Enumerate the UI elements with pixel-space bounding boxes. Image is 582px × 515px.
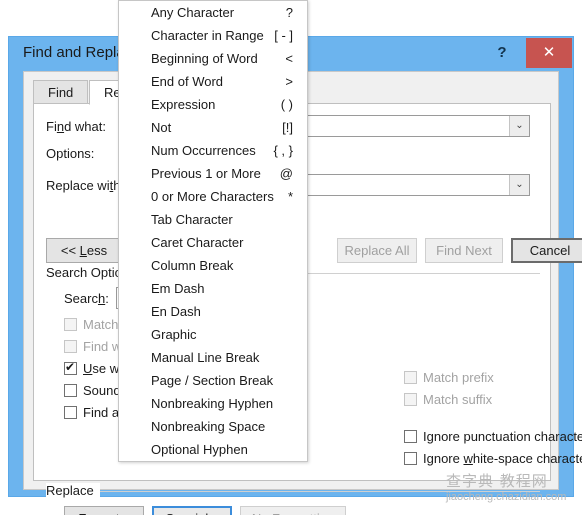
no-formatting-button[interactable]: No Formatting [240,506,346,515]
menu-item[interactable]: 0 or More Characters * [119,186,307,209]
search-scope-label: Search: [64,291,109,306]
checkbox-match-suffix[interactable]: Match suffix [404,392,492,407]
menu-item-label: Em Dash [151,281,205,296]
special-button[interactable]: Special ▾ [152,506,232,515]
menu-item-label: Page / Section Break [151,373,274,388]
checkbox-box[interactable] [404,371,417,384]
checkbox-box[interactable] [64,384,77,397]
options-label: Options: [46,146,95,161]
menu-item-label: Tab Character [151,212,233,227]
menu-item[interactable]: Beginning of Word < [119,48,307,71]
cancel-button[interactable]: Cancel [511,238,582,263]
menu-item[interactable]: Page / Section Break [119,370,307,393]
menu-item[interactable]: End of Word > [119,71,307,94]
menu-item[interactable]: Optional Hyphen [119,439,307,462]
replace-group-divider [46,491,540,492]
menu-item[interactable]: Nonbreaking Space [119,416,307,439]
menu-item-label: End of Word [151,74,224,89]
checkbox-match-prefix[interactable]: Match prefix [404,370,494,385]
menu-item[interactable]: Any Character? [119,2,307,25]
less-button[interactable]: << Less [46,238,122,263]
special-dropdown-menu[interactable]: Any Character? Character in Range [ - ] Beg… [118,0,308,462]
checkbox-box[interactable] [404,430,417,443]
tab-find[interactable]: Find [33,80,89,104]
menu-item-label: Nonbreaking Hyphen [151,396,274,411]
menu-item-label: Manual Line Break [151,350,260,365]
menu-item-label: 0 or More Characters [151,189,274,204]
menu-item[interactable]: Graphic [119,324,307,347]
format-button[interactable]: Format ▾ [64,506,144,515]
replace-all-button[interactable]: Replace All [337,238,417,263]
menu-item-label: Num Occurrences [151,143,256,158]
help-icon[interactable]: ? [491,42,513,64]
menu-item-label: Expression [151,97,216,112]
menu-item-label: Column Break [151,258,234,273]
menu-item-shortcut: * [287,189,293,204]
checkbox-box[interactable] [64,406,77,419]
menu-item[interactable]: Caret Character [119,232,307,255]
menu-item-label: Previous 1 or More [151,166,261,181]
checkbox-label: Match suffix [423,392,493,407]
menu-item-shortcut: ? [285,5,293,20]
menu-item-label: Beginning of Word [151,51,258,66]
checkbox-box[interactable] [64,340,77,353]
menu-item-shortcut: ( ) [280,97,293,112]
chevron-down-icon: ▾ [212,511,219,515]
checkbox-ignore-whitespace[interactable]: Ignore white-space characters [404,451,582,466]
menu-item-label: En Dash [151,304,201,319]
screen: Find and Replace ? ✕ Find Replace Go To … [0,0,582,515]
menu-item[interactable]: Character in Range [ - ] [119,25,307,48]
checkbox-box[interactable] [404,393,417,406]
menu-item-label: Nonbreaking Space [151,419,266,434]
chevron-down-icon[interactable]: ⌄ [509,175,529,195]
checkbox-label: Ignore white-space characters [423,451,582,466]
menu-item-label: Character in Range [151,28,264,43]
checkbox-ignore-punctuation[interactable]: Ignore punctuation characters [404,429,582,444]
chevron-down-icon[interactable]: ⌄ [509,116,529,136]
menu-item-shortcut: { , } [273,143,293,158]
menu-item-shortcut: < [285,51,293,66]
menu-item-shortcut: > [285,74,293,89]
menu-item-label: Graphic [151,327,197,342]
menu-item[interactable]: Expression ( ) [119,94,307,117]
checkbox-box[interactable] [64,318,77,331]
menu-item[interactable]: Not [!] [119,117,307,140]
replace-group-label: Replace [46,483,100,498]
menu-item-shortcut: [!] [282,120,293,135]
menu-item[interactable]: Num Occurrences { , } [119,140,307,163]
menu-item-shortcut: @ [279,166,293,181]
menu-item[interactable]: Previous 1 or More @ [119,163,307,186]
checkbox-box[interactable] [64,360,77,375]
menu-item-label: Caret Character [151,235,244,250]
find-next-button[interactable]: Find Next [425,238,503,263]
checkbox-label: Match prefix [423,370,494,385]
close-icon[interactable]: ✕ [526,38,572,68]
menu-item[interactable]: Em Dash [119,278,307,301]
menu-item-label: Any Character [151,5,235,20]
menu-item[interactable]: En Dash [119,301,307,324]
find-what-label: Find what: [46,119,106,134]
menu-item-label: Optional Hyphen [151,442,248,457]
menu-item[interactable]: Column Break [119,255,307,278]
chevron-down-icon: ▾ [123,511,130,515]
replace-with-label: Replace with: [46,178,124,193]
menu-item[interactable]: Tab Character [119,209,307,232]
checkbox-label: Ignore punctuation characters [423,429,582,444]
checkbox-box[interactable] [404,452,417,465]
menu-item-shortcut: [ - ] [274,28,293,43]
menu-item[interactable]: Manual Line Break [119,347,307,370]
menu-item-label: Not [151,120,172,135]
menu-item[interactable]: Nonbreaking Hyphen [119,393,307,416]
